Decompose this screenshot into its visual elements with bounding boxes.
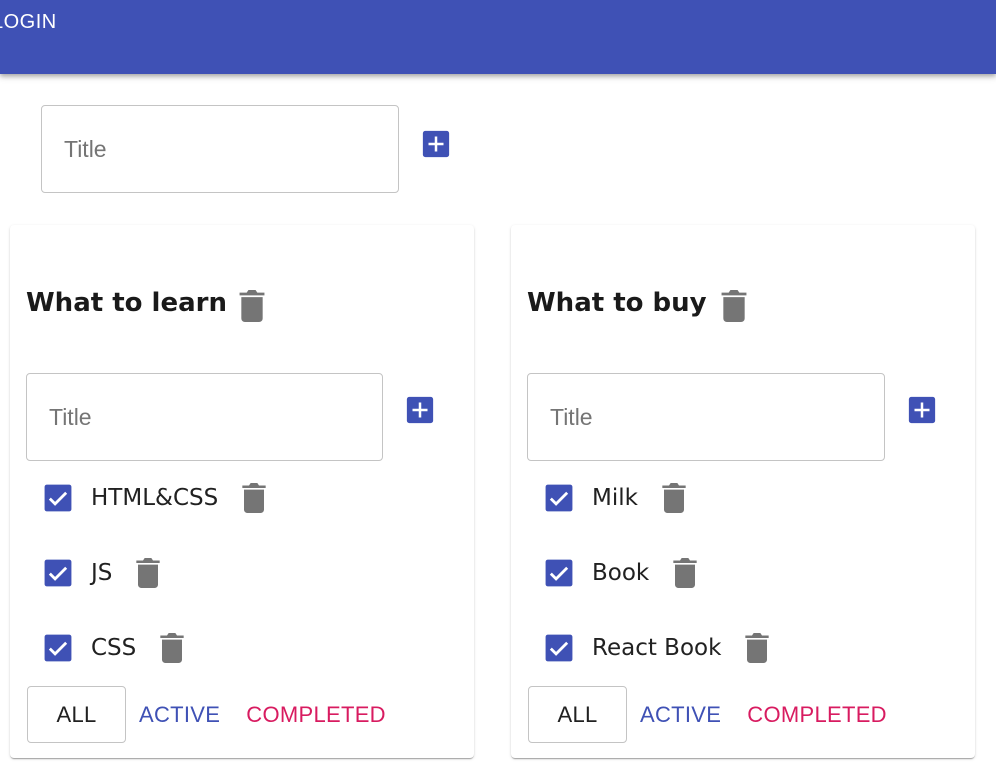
trash-icon <box>160 633 184 663</box>
add-task-button[interactable] <box>405 395 435 425</box>
task-checkbox[interactable] <box>545 484 573 512</box>
app-bar: LOGIN <box>0 0 996 74</box>
task-label: JS <box>91 560 113 586</box>
checkbox-checked-icon <box>44 484 72 512</box>
filter-active-button[interactable]: ACTIVE <box>640 702 721 728</box>
new-task-title-input[interactable] <box>27 374 382 460</box>
trash-icon <box>239 290 265 322</box>
task-item: HTML&CSS <box>44 483 266 513</box>
task-label: Milk <box>592 485 638 511</box>
filter-completed-button[interactable]: COMPLETED <box>246 702 386 728</box>
task-checkbox[interactable] <box>545 634 573 662</box>
task-checkbox[interactable] <box>545 559 573 587</box>
new-task-field[interactable] <box>26 373 383 461</box>
todolist-card: What to buy Milk <box>511 225 975 758</box>
add-task-button[interactable] <box>907 395 937 425</box>
checkbox-checked-icon <box>545 559 573 587</box>
login-button[interactable]: LOGIN <box>0 11 57 34</box>
task-label: CSS <box>91 635 137 661</box>
task-item: CSS <box>44 633 184 663</box>
trash-icon <box>721 290 747 322</box>
filter-buttons: ALL ACTIVE COMPLETED <box>528 686 887 743</box>
new-task-field[interactable] <box>527 373 885 461</box>
trash-icon <box>673 558 697 588</box>
trash-icon <box>136 558 161 588</box>
add-box-icon <box>908 396 936 424</box>
filter-completed-button[interactable]: COMPLETED <box>747 702 887 728</box>
trash-icon <box>242 483 266 513</box>
add-list-button[interactable] <box>421 129 451 159</box>
add-box-icon <box>406 396 434 424</box>
trash-icon <box>662 483 686 513</box>
checkbox-checked-icon <box>545 484 573 512</box>
filter-all-button[interactable]: ALL <box>27 686 126 743</box>
task-item: JS <box>44 558 161 588</box>
new-list-field[interactable] <box>41 105 399 193</box>
delete-task-button[interactable] <box>136 558 161 588</box>
task-item: Milk <box>545 483 686 513</box>
add-box-icon <box>422 130 450 158</box>
task-label: HTML&CSS <box>91 485 219 511</box>
checkbox-checked-icon <box>44 634 72 662</box>
checkbox-checked-icon <box>44 559 72 587</box>
todolist-card: What to learn HTML&CSS <box>10 225 474 758</box>
new-task-title-input[interactable] <box>528 374 884 460</box>
delete-task-button[interactable] <box>662 483 686 513</box>
new-list-title-input[interactable] <box>42 106 398 192</box>
task-checkbox[interactable] <box>44 484 72 512</box>
delete-list-button[interactable] <box>721 290 747 322</box>
task-item: React Book <box>545 633 770 663</box>
checkbox-checked-icon <box>545 634 573 662</box>
filter-buttons: ALL ACTIVE COMPLETED <box>27 686 386 743</box>
delete-list-button[interactable] <box>239 290 265 322</box>
todolist-title: What to learn <box>26 288 227 318</box>
delete-task-button[interactable] <box>745 633 770 663</box>
todolist-title: What to buy <box>527 288 707 318</box>
filter-active-button[interactable]: ACTIVE <box>139 702 220 728</box>
delete-task-button[interactable] <box>160 633 184 663</box>
task-label: Book <box>592 560 650 586</box>
delete-task-button[interactable] <box>673 558 697 588</box>
trash-icon <box>745 633 770 663</box>
task-checkbox[interactable] <box>44 559 72 587</box>
task-item: Book <box>545 558 697 588</box>
delete-task-button[interactable] <box>242 483 266 513</box>
task-checkbox[interactable] <box>44 634 72 662</box>
filter-all-button[interactable]: ALL <box>528 686 627 743</box>
task-label: React Book <box>592 635 722 661</box>
